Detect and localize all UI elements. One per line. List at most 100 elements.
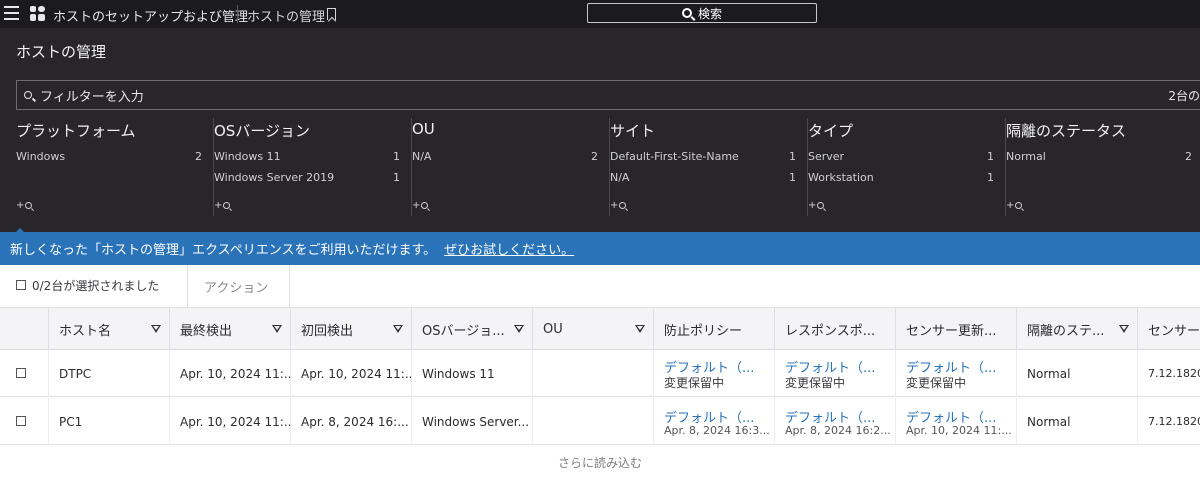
facet-item-label: N/A bbox=[610, 171, 630, 184]
row-checkbox[interactable] bbox=[16, 416, 26, 426]
policy-status: 変更保留中 bbox=[664, 375, 725, 390]
facet-search-button[interactable]: + bbox=[412, 200, 429, 211]
column-header-response-policy[interactable]: レスポンスポ... bbox=[774, 308, 895, 350]
first-seen: Apr. 10, 2024 11:... bbox=[301, 366, 411, 381]
search-button[interactable]: 検索 bbox=[587, 3, 817, 23]
hostname[interactable]: PC1 bbox=[59, 415, 169, 429]
add-label: + bbox=[214, 200, 223, 211]
facet-title: サイト bbox=[610, 122, 656, 140]
facet-item[interactable]: N/A 1 bbox=[610, 171, 796, 184]
header-label: 防止ポリシー bbox=[664, 323, 743, 339]
column-header-sensor-version[interactable]: センサー bbox=[1137, 308, 1200, 350]
search-icon bbox=[421, 202, 429, 209]
search-icon bbox=[24, 91, 32, 99]
facet-containment-status: 隔離のステータス Normal 2 + bbox=[1006, 118, 1200, 216]
policy-applied-date: Apr. 10, 2024 11:... bbox=[906, 423, 1012, 437]
facet-item-count: 1 bbox=[987, 171, 994, 184]
facet-item-label: N/A bbox=[412, 150, 432, 163]
bookmark-icon[interactable] bbox=[327, 8, 336, 20]
divider bbox=[187, 265, 188, 307]
facet-item[interactable]: Windows 2 bbox=[16, 150, 202, 163]
facet-search-button[interactable]: + bbox=[214, 200, 231, 211]
search-label: 検索 bbox=[697, 6, 722, 21]
os-version: Windows 11 bbox=[422, 366, 495, 381]
header-label: センサー更新... bbox=[906, 323, 997, 339]
app-grid-icon bbox=[30, 6, 45, 21]
facet-item[interactable]: Normal 2 bbox=[1006, 150, 1192, 163]
policy-applied-date: Apr. 8, 2024 16:2... bbox=[785, 423, 891, 437]
banner-text: 新しくなった「ホストの管理」エクスペリエンスをご利用いただけます。 bbox=[10, 243, 437, 258]
search-icon bbox=[817, 202, 825, 209]
policy-applied-date: Apr. 8, 2024 16:3... bbox=[664, 423, 770, 437]
search-icon bbox=[681, 8, 692, 18]
column-header-hostname[interactable]: ホスト名 bbox=[48, 308, 169, 350]
top-bar: ホストのセットアップおよび管理 ホストの管理 検索 bbox=[0, 0, 1200, 28]
facet-item-count: 2 bbox=[195, 150, 202, 163]
facet-item-label: Server bbox=[808, 150, 845, 163]
column-header-sensor-update[interactable]: センサー更新... bbox=[895, 308, 1016, 350]
facet-item[interactable]: Server 1 bbox=[808, 150, 994, 163]
row-checkbox[interactable] bbox=[16, 368, 26, 378]
facet-search-button[interactable]: + bbox=[808, 200, 825, 211]
column-header-containment[interactable]: 隔離のステ... bbox=[1016, 308, 1137, 350]
table-row[interactable]: PC1 Apr. 10, 2024 11:... Apr. 8, 2024 16… bbox=[0, 398, 1200, 445]
select-all-checkbox[interactable] bbox=[16, 280, 26, 290]
facet-title: タイプ bbox=[808, 122, 854, 140]
column-header-last-seen[interactable]: 最終検出 bbox=[169, 308, 290, 350]
facet-site: サイト Default-First-Site-Name 1 N/A 1 + bbox=[610, 118, 808, 216]
column-header-first-seen[interactable]: 初回検出 bbox=[290, 308, 411, 350]
hostname[interactable]: DTPC bbox=[59, 367, 169, 381]
filter-input[interactable]: フィルターを入力 2台の bbox=[16, 80, 1200, 110]
facet-item-count: 1 bbox=[789, 171, 796, 184]
facet-search-button[interactable]: + bbox=[610, 200, 627, 211]
header-label: レスポンスポ... bbox=[785, 323, 876, 339]
filter-icon[interactable] bbox=[514, 325, 524, 333]
filter-icon[interactable] bbox=[151, 325, 161, 333]
filter-icon[interactable] bbox=[393, 325, 403, 333]
last-seen: Apr. 10, 2024 11:... bbox=[180, 366, 290, 381]
facet-item[interactable]: N/A 2 bbox=[412, 150, 598, 163]
facet-item-count: 2 bbox=[591, 150, 598, 163]
filter-panel: ホストの管理 フィルターを入力 2台の プラットフォーム Windows 2 +… bbox=[0, 28, 1200, 232]
add-label: + bbox=[610, 200, 619, 211]
menu-icon[interactable] bbox=[4, 6, 19, 20]
column-header-ou[interactable]: OU bbox=[532, 308, 653, 350]
header-label: OU bbox=[543, 321, 563, 337]
filter-icon[interactable] bbox=[635, 325, 645, 333]
filter-icon[interactable] bbox=[1119, 325, 1129, 333]
banner-link[interactable]: ぜひお試しください。 bbox=[444, 239, 574, 258]
facet-os-version: OSバージョン Windows 11 1 Windows Server 2019… bbox=[214, 118, 412, 216]
facet-item[interactable]: Windows 11 1 bbox=[214, 150, 400, 163]
facet-item[interactable]: Workstation 1 bbox=[808, 171, 994, 184]
host-count: 2台の bbox=[1168, 89, 1200, 103]
facet-item-count: 2 bbox=[1185, 150, 1192, 163]
facet-item-count: 1 bbox=[789, 150, 796, 163]
column-header-os-version[interactable]: OSバージョ... bbox=[411, 308, 532, 350]
header-label: ホスト名 bbox=[59, 323, 112, 339]
load-more-button[interactable]: さらに読み込む bbox=[0, 454, 1200, 471]
containment-status: Normal bbox=[1027, 414, 1071, 429]
selection-count: 0/2台が選択されました bbox=[32, 279, 160, 293]
sensor-version: 7.12.18207 bbox=[1148, 415, 1200, 428]
facet-search-button[interactable]: + bbox=[16, 200, 33, 211]
filter-icon[interactable] bbox=[272, 325, 282, 333]
column-header-prevention-policy[interactable]: 防止ポリシー bbox=[653, 308, 774, 350]
facet-item-label: Windows bbox=[16, 150, 66, 163]
policy-status: 変更保留中 bbox=[906, 375, 967, 390]
header-label: OSバージョ... bbox=[422, 323, 505, 339]
search-icon bbox=[25, 202, 33, 209]
header-label: 初回検出 bbox=[301, 323, 354, 339]
facet-item-count: 1 bbox=[393, 150, 400, 163]
facet-item-label: Default-First-Site-Name bbox=[610, 150, 739, 163]
add-label: + bbox=[16, 200, 25, 211]
breadcrumb[interactable]: ホストの管理 bbox=[247, 6, 325, 25]
header-label: 隔離のステ... bbox=[1027, 323, 1105, 339]
table-row[interactable]: DTPC Apr. 10, 2024 11:... Apr. 10, 2024 … bbox=[0, 350, 1200, 397]
facet-item[interactable]: Default-First-Site-Name 1 bbox=[610, 150, 796, 163]
app-title[interactable]: ホストのセットアップおよび管理 bbox=[53, 6, 248, 25]
facet-item[interactable]: Windows Server 2019 1 bbox=[214, 171, 400, 184]
action-button[interactable]: アクション bbox=[204, 277, 268, 296]
first-seen: Apr. 8, 2024 16:... bbox=[301, 414, 409, 429]
page-title: ホストの管理 bbox=[16, 43, 107, 61]
facet-search-button[interactable]: + bbox=[1006, 200, 1023, 211]
